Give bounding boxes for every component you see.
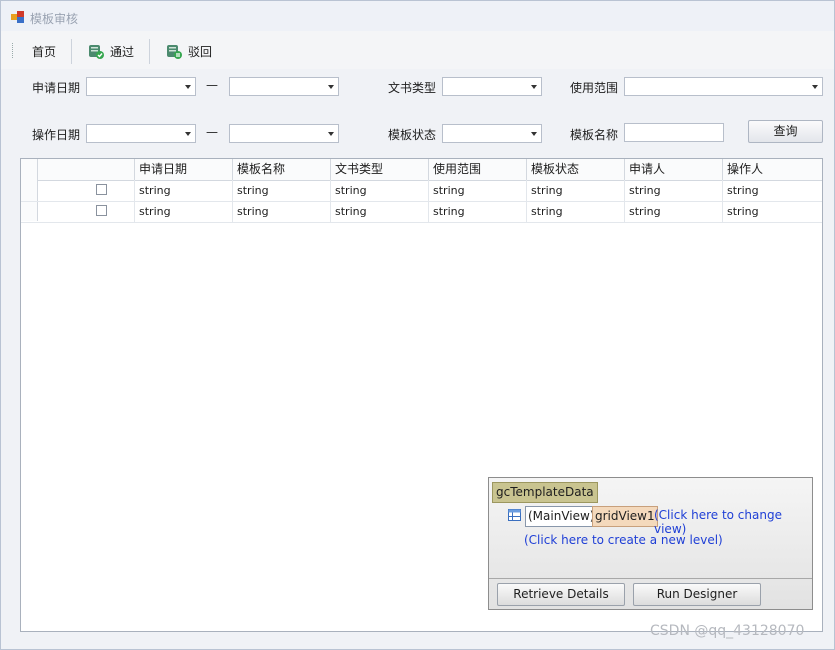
apply-date-from[interactable]	[86, 77, 196, 96]
template-status-select[interactable]	[442, 124, 542, 143]
chevron-down-icon	[328, 132, 334, 136]
table-cell[interactable]: string	[429, 180, 527, 201]
chevron-down-icon	[812, 85, 818, 89]
range-dash: —	[206, 125, 218, 139]
column-header[interactable]: 使用范围	[429, 159, 527, 180]
template-status-label: 模板状态	[388, 128, 437, 142]
app-window: 模板审核 首页 通过 驳回 申请日期 — 文书类型 使用范围 操作日期 — 模板…	[0, 0, 835, 650]
window-title: 模板审核	[30, 12, 79, 26]
chevron-down-icon	[328, 85, 334, 89]
apply-date-label: 申请日期	[32, 81, 81, 95]
table-cell[interactable]: string	[625, 180, 723, 201]
reject-icon	[167, 45, 182, 59]
reject-button[interactable]: 驳回	[166, 42, 212, 60]
table-row[interactable]: string string string string string strin…	[21, 180, 822, 202]
query-button[interactable]: 查询	[748, 120, 823, 143]
checkbox-cell	[37, 180, 135, 201]
approve-button[interactable]: 通过	[88, 42, 134, 60]
scope-select[interactable]	[624, 77, 823, 96]
create-level-link[interactable]: (Click here to create a new level)	[524, 533, 723, 547]
column-header[interactable]: 申请人	[625, 159, 723, 180]
main-view-label[interactable]: (MainView)	[525, 506, 598, 527]
title-bar: 模板审核	[1, 1, 834, 31]
template-name-label: 模板名称	[570, 128, 619, 142]
doc-type-label: 文书类型	[388, 81, 437, 95]
table-cell[interactable]: string	[135, 201, 233, 222]
column-header[interactable]: 模板名称	[233, 159, 331, 180]
grid-view-icon	[508, 509, 521, 521]
table-cell[interactable]: string	[723, 201, 822, 222]
operate-date-from[interactable]	[86, 124, 196, 143]
toolbar-grip[interactable]	[12, 43, 16, 58]
table-cell[interactable]: string	[625, 201, 723, 222]
chevron-down-icon	[531, 85, 537, 89]
table-cell[interactable]: string	[429, 201, 527, 222]
approve-icon	[89, 45, 104, 59]
apply-date-to[interactable]	[229, 77, 339, 96]
column-header[interactable]: 操作人	[723, 159, 822, 180]
table-cell[interactable]: string	[233, 201, 331, 222]
column-header[interactable]: 文书类型	[331, 159, 429, 180]
row-checkbox[interactable]	[96, 205, 107, 216]
table-row[interactable]: string string string string string strin…	[21, 201, 822, 223]
table-cell[interactable]: string	[135, 180, 233, 201]
range-dash: —	[206, 78, 218, 92]
panel-divider	[489, 578, 812, 579]
retrieve-details-button[interactable]: Retrieve Details	[497, 583, 625, 606]
chevron-down-icon	[531, 132, 537, 136]
checkbox-column-header[interactable]	[37, 159, 135, 180]
home-button[interactable]: 首页	[32, 42, 56, 60]
operate-date-label: 操作日期	[32, 128, 81, 142]
home-label: 首页	[32, 44, 57, 59]
watermark: CSDN @qq_43128070	[650, 623, 805, 639]
operate-date-to[interactable]	[229, 124, 339, 143]
chevron-down-icon	[185, 85, 191, 89]
reject-label: 驳回	[188, 44, 213, 59]
grid-view-label[interactable]: gridView1	[592, 506, 658, 527]
table-cell[interactable]: string	[233, 180, 331, 201]
template-name-input[interactable]	[624, 123, 724, 142]
toolbar-separator	[71, 39, 72, 64]
toolbar-separator	[149, 39, 150, 64]
table-cell[interactable]: string	[527, 180, 625, 201]
column-header[interactable]: 模板状态	[527, 159, 625, 180]
column-header[interactable]: 申请日期	[135, 159, 233, 180]
table-cell[interactable]: string	[331, 201, 429, 222]
run-designer-button[interactable]: Run Designer	[633, 583, 761, 606]
change-view-link[interactable]: (Click here to change view)	[654, 508, 812, 536]
grid-header: 申请日期 模板名称 文书类型 使用范围 模板状态 申请人 操作人	[21, 159, 822, 181]
table-cell[interactable]: string	[331, 180, 429, 201]
approve-label: 通过	[110, 44, 135, 59]
checkbox-cell	[37, 201, 135, 222]
chevron-down-icon	[185, 132, 191, 136]
grid-level-designer-panel: gcTemplateData (MainView) gridView1 (Cli…	[488, 477, 813, 610]
row-checkbox[interactable]	[96, 184, 107, 195]
grid-control-name: gcTemplateData	[492, 482, 598, 503]
doc-type-select[interactable]	[442, 77, 542, 96]
table-cell[interactable]: string	[527, 201, 625, 222]
app-icon	[11, 11, 24, 23]
scope-label: 使用范围	[570, 81, 619, 95]
table-cell[interactable]: string	[723, 180, 822, 201]
